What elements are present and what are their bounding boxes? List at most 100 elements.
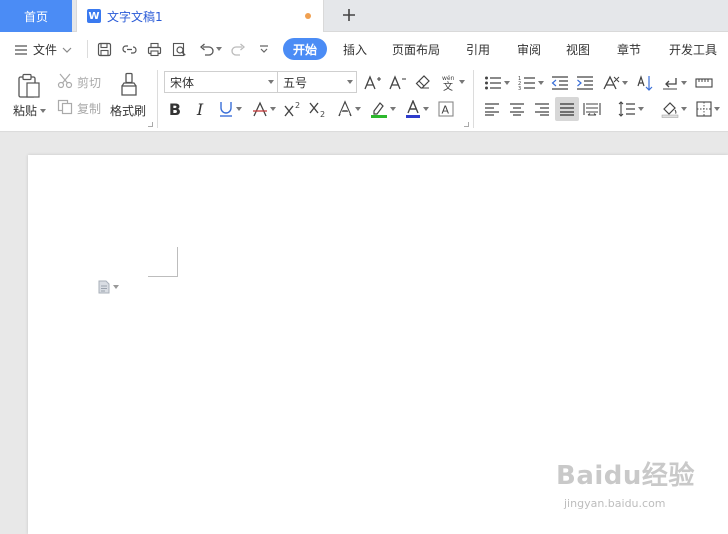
tab-view[interactable]: 视图 — [566, 41, 590, 58]
shrink-font-icon — [389, 75, 406, 90]
underline-icon — [220, 102, 232, 117]
show-marks-button[interactable] — [660, 73, 688, 93]
font-color-icon — [406, 100, 420, 118]
clear-format-button[interactable] — [414, 73, 432, 91]
underline-button[interactable] — [216, 99, 244, 119]
numbered-list-icon: 123 — [518, 76, 535, 91]
strikethrough-button[interactable] — [250, 99, 278, 119]
svg-text:2: 2 — [320, 110, 325, 118]
print-button[interactable] — [145, 40, 163, 58]
align-center-button[interactable] — [508, 99, 526, 119]
save-icon — [97, 42, 111, 56]
document-icon — [98, 280, 110, 294]
highlight-button[interactable] — [369, 99, 397, 119]
copy-button[interactable] — [56, 98, 74, 116]
align-left-button[interactable] — [483, 99, 501, 119]
chevron-down-icon — [458, 80, 465, 84]
bold-button[interactable]: B — [166, 99, 184, 119]
tab-document[interactable]: W 文字文稿1 — [76, 0, 324, 32]
chevron-down-icon — [347, 80, 353, 84]
borders-button[interactable] — [694, 99, 722, 119]
font-color-button[interactable] — [403, 99, 431, 119]
font-name-select[interactable]: 宋体 — [164, 71, 278, 93]
chevron-down-icon — [622, 81, 628, 85]
distribute-icon — [583, 103, 601, 116]
chevron-down-icon — [270, 107, 276, 111]
tab-home[interactable]: 首页 — [0, 0, 72, 32]
decrease-indent-button[interactable] — [551, 73, 569, 93]
phonetic-icon: wén文 — [442, 75, 455, 91]
tab-review[interactable]: 审阅 — [517, 41, 541, 58]
font-name-value: 宋体 — [170, 75, 195, 90]
font-size-select[interactable]: 五号 — [277, 71, 357, 93]
new-tab-button[interactable] — [338, 4, 360, 26]
export-button[interactable] — [120, 40, 138, 58]
strikethrough-icon — [253, 101, 267, 117]
tab-page-layout[interactable]: 页面布局 — [392, 41, 440, 58]
line-spacing-button[interactable] — [617, 99, 645, 119]
paintbrush-icon — [121, 72, 137, 96]
divider — [87, 40, 88, 58]
tab-developer[interactable]: 开发工具 — [669, 41, 717, 58]
tab-references[interactable]: 引用 — [466, 41, 490, 58]
subscript-button[interactable]: 2 — [308, 99, 328, 119]
increase-font-button[interactable] — [364, 73, 382, 91]
decrease-font-button[interactable] — [389, 73, 407, 91]
undo-icon — [199, 43, 214, 56]
paste-options-tag[interactable] — [98, 280, 119, 294]
format-painter-button[interactable] — [118, 71, 140, 99]
subscript-icon: 2 — [309, 102, 325, 118]
cut-button[interactable] — [56, 72, 74, 90]
chinese-layout-button[interactable] — [601, 73, 629, 93]
chevron-down-icon — [40, 108, 47, 113]
sort-button[interactable] — [636, 73, 654, 93]
undo-button[interactable] — [196, 40, 224, 58]
tab-section[interactable]: 章节 — [617, 41, 641, 58]
grow-font-icon — [364, 75, 381, 90]
chevron-down-icon — [714, 107, 720, 111]
margin-corner-marker — [148, 247, 178, 277]
chevron-down-icon — [504, 81, 510, 85]
superscript-button[interactable]: 2 — [283, 99, 303, 119]
save-button[interactable] — [95, 40, 113, 58]
paste-button[interactable] — [16, 72, 42, 100]
shading-button[interactable] — [660, 99, 688, 119]
tab-insert[interactable]: 插入 — [343, 41, 367, 58]
font-group-launcher[interactable] — [464, 122, 469, 127]
print-preview-button[interactable] — [170, 40, 188, 58]
align-left-icon — [485, 103, 499, 116]
customize-toolbar-button[interactable] — [255, 40, 273, 58]
indent-icon — [577, 76, 593, 90]
phonetic-guide-button[interactable]: wén 文 — [439, 72, 465, 92]
format-painter-label: 格式刷 — [110, 104, 147, 118]
italic-button[interactable]: I — [192, 99, 208, 119]
bullet-list-button[interactable] — [483, 73, 511, 93]
unsaved-dot-icon — [305, 13, 311, 19]
divider — [157, 70, 158, 128]
justify-button[interactable] — [555, 97, 579, 121]
numbered-list-button[interactable]: 123 — [517, 73, 545, 93]
ruler-button[interactable] — [694, 73, 714, 93]
clipboard-group-launcher[interactable] — [148, 122, 153, 127]
ribbon-toolbar: 粘贴 剪切 复制 格式刷 宋体 五号 wén 文 B I 2 2 A 1 2 3 — [0, 66, 728, 132]
clipboard-icon — [18, 73, 40, 98]
paste-dropdown[interactable]: 粘贴 — [13, 102, 47, 119]
increase-indent-button[interactable] — [576, 73, 594, 93]
divider — [473, 70, 474, 128]
file-menu-button[interactable]: 文件 — [14, 41, 72, 58]
watermark: Baidu经验 jingyan.baidu.com — [556, 455, 695, 510]
text-effect-button[interactable] — [335, 99, 363, 119]
align-right-button[interactable] — [533, 99, 551, 119]
ruler-icon — [695, 78, 713, 88]
paint-bucket-icon — [661, 102, 679, 118]
chevron-down-icon — [236, 107, 242, 111]
distributed-align-button[interactable] — [583, 99, 601, 119]
chevron-down-icon — [390, 107, 396, 111]
chevron-down-icon — [355, 107, 361, 111]
preview-icon — [172, 42, 186, 56]
character-border-button[interactable]: A — [437, 99, 455, 119]
svg-text:3: 3 — [518, 86, 521, 91]
redo-button[interactable] — [229, 40, 247, 58]
tab-start[interactable]: 开始 — [283, 38, 328, 60]
plus-icon — [343, 9, 355, 21]
